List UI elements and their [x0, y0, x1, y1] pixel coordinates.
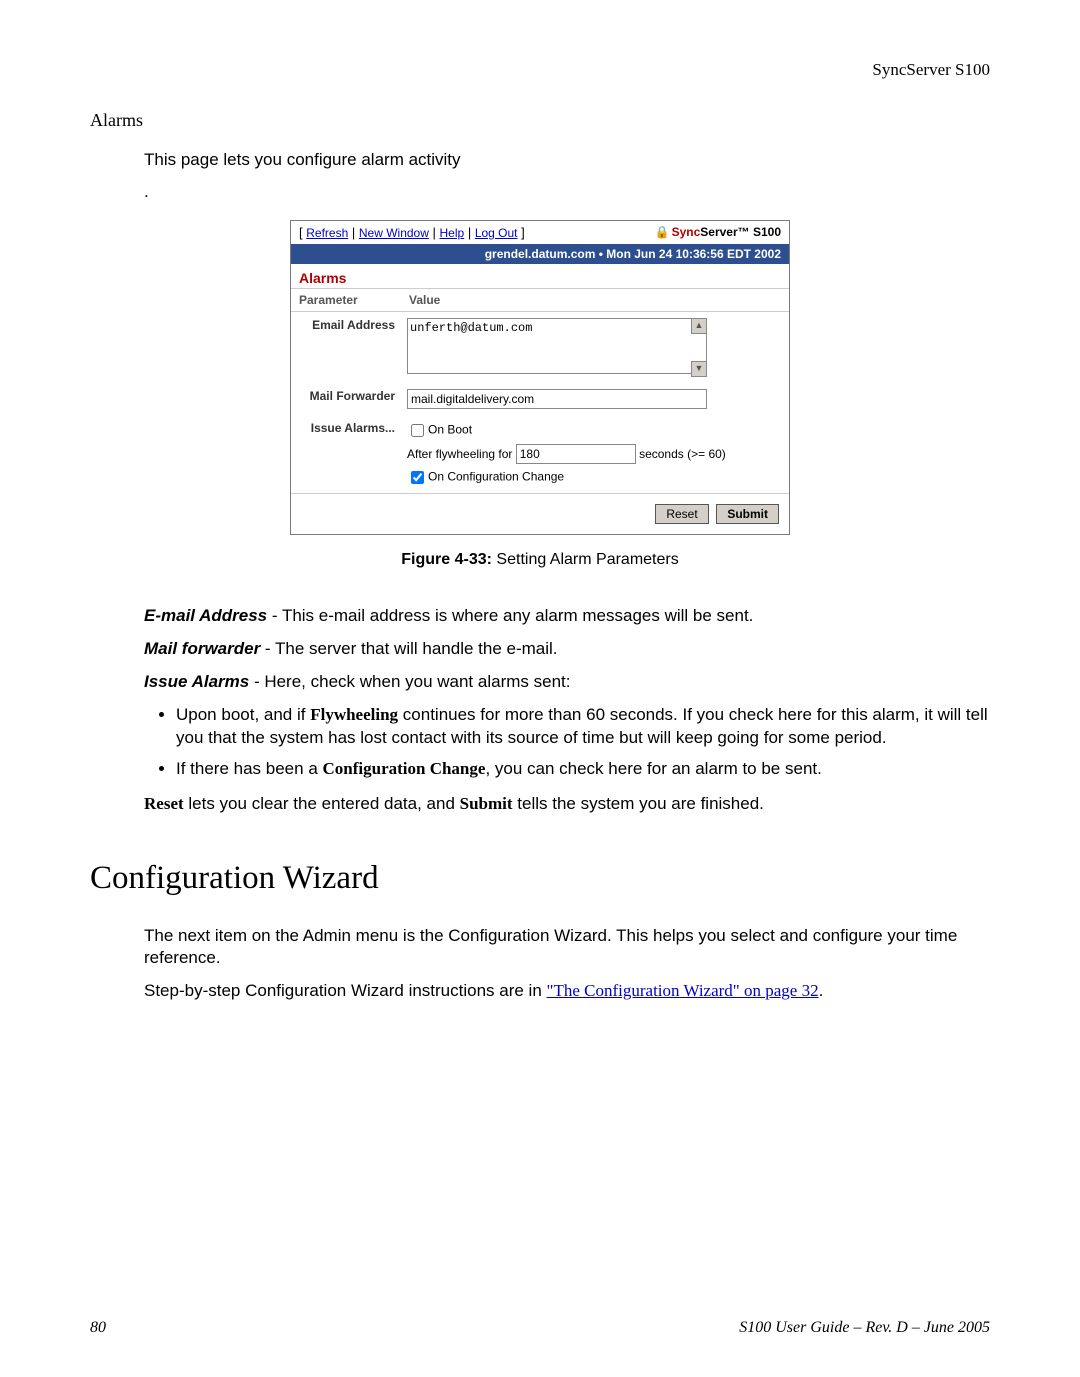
brand-red: Sync: [672, 225, 701, 239]
link-new-window[interactable]: New Window: [359, 226, 429, 240]
col-parameter: Parameter: [291, 288, 401, 311]
scroll-up-icon[interactable]: ▲: [691, 318, 707, 334]
screenshot-panel: [ Refresh | New Window | Help | Log Out …: [290, 220, 790, 535]
figure-caption: Figure 4-33: Setting Alarm Parameters: [90, 551, 990, 569]
brand-label: 🔒SyncServer™ S100: [655, 225, 781, 240]
issue-alarms-desc: Issue Alarms - Here, check when you want…: [144, 671, 990, 694]
onboot-checkbox[interactable]: [411, 424, 424, 437]
email-textarea[interactable]: unferth@datum.com: [407, 318, 707, 374]
email-rest: - This e-mail address is where any alarm…: [267, 606, 753, 625]
alarm-table: Parameter Value Email Address unferth@da…: [291, 288, 789, 493]
row-email-label: Email Address: [291, 311, 401, 383]
scroll-down-icon[interactable]: ▼: [691, 361, 707, 377]
b2-bold: Configuration Change: [323, 759, 486, 778]
lock-icon: 🔒: [655, 225, 670, 239]
alarm-bullets: Upon boot, and if Flywheeling continues …: [176, 704, 990, 781]
mail-forwarder-desc: Mail forwarder - The server that will ha…: [144, 638, 990, 661]
list-item: If there has been a Configuration Change…: [176, 758, 990, 781]
submit-bold: Submit: [460, 794, 513, 813]
figure-label: Figure 4-33:: [401, 551, 492, 568]
link-logout[interactable]: Log Out: [475, 226, 518, 240]
onboot-label: On Boot: [428, 423, 472, 437]
wizard-p2: Step-by-step Configuration Wizard instru…: [144, 980, 990, 1003]
flywheel-prefix: After flywheeling for: [407, 447, 512, 461]
textarea-scrollbar[interactable]: ▲ ▼: [691, 318, 707, 377]
flywheel-suffix: seconds (>= 60): [639, 447, 726, 461]
b2-post: , you can check here for an alarm to be …: [485, 759, 821, 778]
footer-right: S100 User Guide – Rev. D – June 2005: [739, 1319, 990, 1337]
term-issue: Issue Alarms: [144, 672, 249, 691]
stray-period: .: [144, 182, 990, 202]
breadcrumb: [ Refresh | New Window | Help | Log Out …: [299, 225, 525, 240]
b1-bold: Flywheeling: [310, 705, 398, 724]
b1-pre: Upon boot, and if: [176, 705, 310, 724]
section-heading-alarms: Alarms: [90, 110, 990, 131]
link-config-wizard[interactable]: "The Configuration Wizard" on page 32: [547, 981, 819, 1000]
reset-bold: Reset: [144, 794, 184, 813]
wizard-p2-pre: Step-by-step Configuration Wizard instru…: [144, 981, 547, 1000]
email-address-desc: E-mail Address - This e-mail address is …: [144, 605, 990, 628]
submit-button[interactable]: Submit: [716, 504, 779, 524]
page-number: 80: [90, 1319, 106, 1337]
wizard-p2-post: .: [819, 981, 824, 1000]
confchange-checkbox[interactable]: [411, 471, 424, 484]
term-email: E-mail Address: [144, 606, 267, 625]
reset-button[interactable]: Reset: [655, 504, 708, 524]
confchange-label: On Configuration Change: [428, 470, 564, 484]
row-mail-label: Mail Forwarder: [291, 383, 401, 415]
list-item: Upon boot, and if Flywheeling continues …: [176, 704, 990, 750]
brand-black: Server™ S100: [700, 225, 781, 239]
status-bar: grendel.datum.com • Mon Jun 24 10:36:56 …: [291, 244, 789, 264]
link-refresh[interactable]: Refresh: [306, 226, 348, 240]
figure-caption-text: Setting Alarm Parameters: [496, 551, 678, 568]
b2-pre: If there has been a: [176, 759, 323, 778]
term-mail: Mail forwarder: [144, 639, 260, 658]
panel-title: Alarms: [291, 264, 789, 288]
flywheel-input[interactable]: [516, 444, 636, 464]
reset-post: tells the system you are finished.: [513, 794, 764, 813]
running-header: SyncServer S100: [90, 60, 990, 80]
reset-submit-desc: Reset lets you clear the entered data, a…: [144, 793, 990, 816]
section-heading-wizard: Configuration Wizard: [90, 860, 990, 897]
alarms-intro-text: This page lets you configure alarm activ…: [144, 149, 990, 172]
row-issue-label: Issue Alarms...: [291, 415, 401, 493]
link-help[interactable]: Help: [440, 226, 465, 240]
reset-mid: lets you clear the entered data, and: [184, 794, 460, 813]
wizard-p1: The next item on the Admin menu is the C…: [144, 925, 990, 971]
col-value: Value: [401, 288, 789, 311]
mail-forwarder-input[interactable]: [407, 389, 707, 409]
issue-rest: - Here, check when you want alarms sent:: [249, 672, 570, 691]
mail-rest: - The server that will handle the e-mail…: [260, 639, 557, 658]
